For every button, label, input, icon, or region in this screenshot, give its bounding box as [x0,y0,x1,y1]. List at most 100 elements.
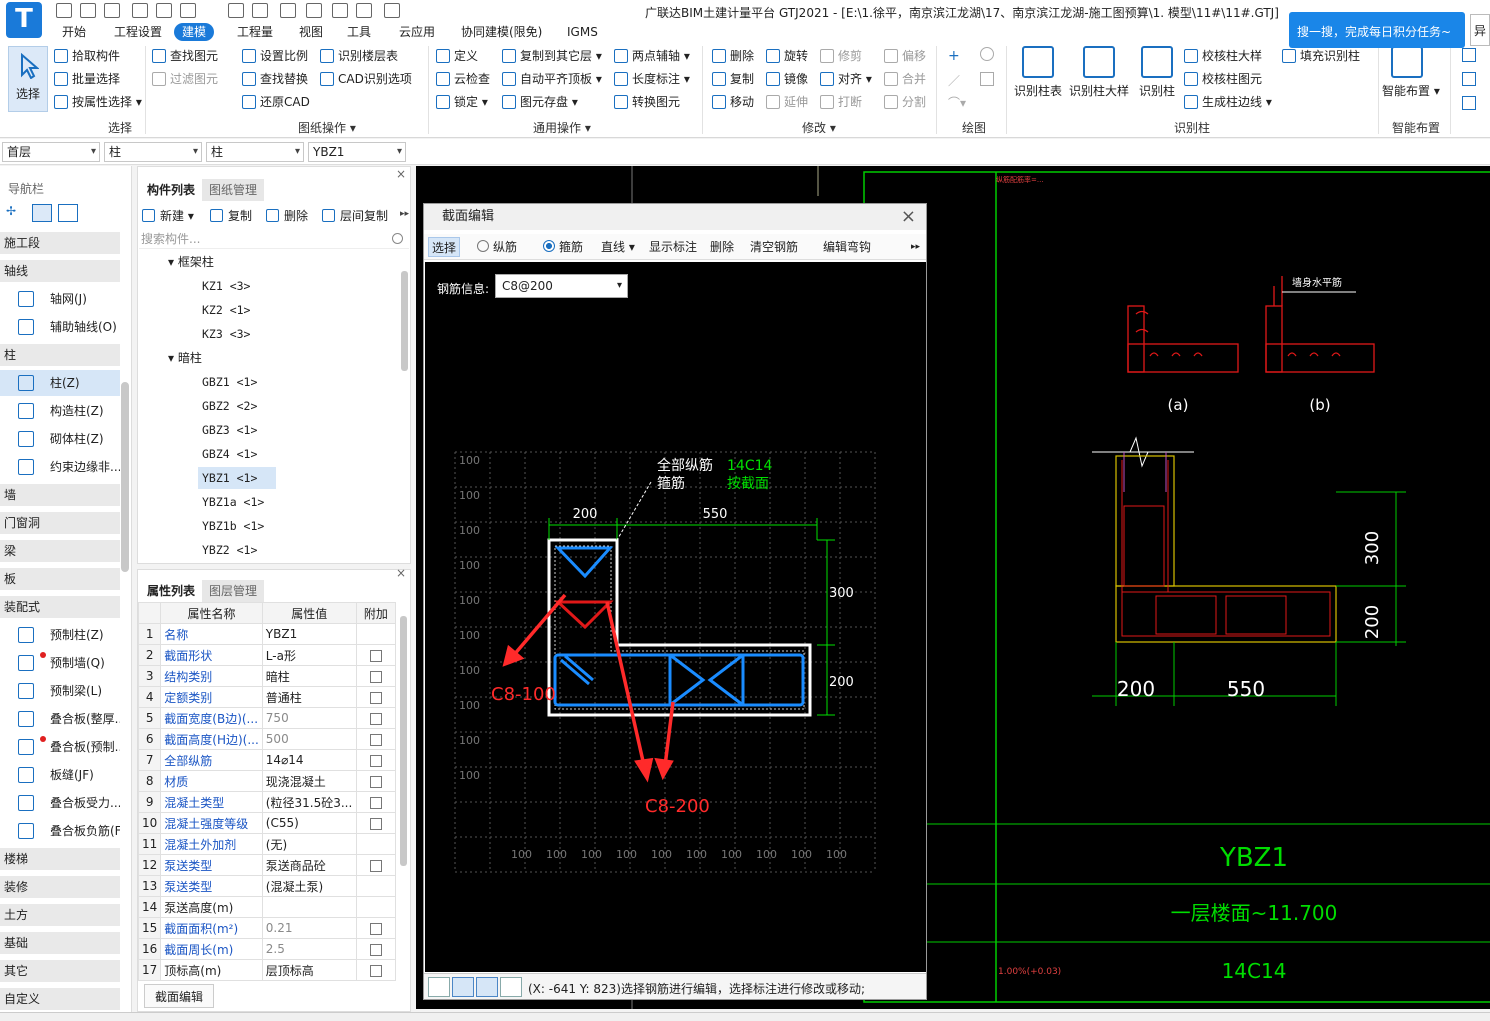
all-long-label[interactable]: 全部纵筋 [657,457,713,474]
merge-button[interactable]: 合并 [884,69,926,89]
convert-element-button[interactable]: 转换图元 [614,92,680,112]
property-value[interactable]: 2.5 [261,938,357,960]
tab-drawing-manager[interactable]: 图纸管理 [202,179,265,201]
dim-550-label[interactable]: 550 [703,507,728,522]
tree-item[interactable]: GBZ2 <2> [198,395,276,417]
tab-view[interactable]: 视图 [291,23,331,41]
recognize-floor-table-button[interactable]: 识别楼层表 [320,46,398,66]
delete-rebar-button[interactable]: 删除 [707,237,737,257]
nav-category[interactable]: 施工段 [0,232,120,254]
two-point-axis-button[interactable]: 两点辅轴 ▾ [614,46,690,66]
open-folder-icon[interactable] [104,3,120,18]
table-row[interactable]: 16 截面周长(m) 2.5 [137,938,397,960]
floor-select[interactable]: 首层 [2,142,100,162]
extra-checkbox[interactable] [369,817,382,830]
property-value[interactable]: YBZ1 [261,623,357,645]
property-value[interactable]: 14⌀14 [261,749,357,771]
property-value[interactable]: 0.21 [261,917,357,939]
close-icon[interactable]: × [396,167,406,181]
table-row[interactable]: 12 泵送类型 泵送商品砼 [137,854,397,876]
set-scale-button[interactable]: 设置比例 [242,46,308,66]
clear-rebar-button[interactable]: 清空钢筋 [747,237,801,257]
all-long-value[interactable]: 14C14 [727,458,772,474]
section-edit-button[interactable]: 截面编辑 [144,984,215,1008]
check-column-element-button[interactable]: 校核柱图元 [1184,69,1262,89]
copy-between-floors-button[interactable]: 层间复制 [320,207,388,225]
tree-item[interactable]: GBZ3 <1> [198,419,276,441]
chevron-down-icon[interactable]: ▾ [168,351,178,365]
dim-300-label[interactable]: 300 [829,586,854,601]
select-tool-button[interactable]: 选择 [8,46,48,112]
nav-category[interactable]: 轴线 [0,260,120,282]
pick-component-button[interactable]: 拾取构件 [54,46,120,66]
tab-collab[interactable]: 协同建模(限免) [453,23,550,41]
stirrup-radio[interactable]: 箍筋 [540,237,586,257]
table-row[interactable]: 10 混凝土强度等级 (C55) [137,812,397,834]
property-value[interactable]: 750 [261,707,357,729]
save-element-button[interactable]: 图元存盘 ▾ [502,92,578,112]
tree-item[interactable]: KZ2 <1> [198,299,276,321]
add-snap-icon[interactable] [500,977,522,997]
restore-cad-button[interactable]: 还原CAD [242,92,310,112]
nav-category[interactable]: 装修 [0,876,120,898]
nav-category[interactable]: 墙 [0,484,120,506]
select-mode-button[interactable]: 选择 [428,237,461,257]
select-by-attr-button[interactable]: 按属性选择 ▾ [54,92,142,112]
tree-item[interactable]: YBZ2 <1> [198,539,276,561]
generate-column-edge-button[interactable]: 生成柱边线 ▾ [1184,92,1272,112]
table-row[interactable]: 2 截面形状 L-a形 [137,644,397,666]
property-value[interactable]: 暗柱 [261,665,357,687]
app-logo[interactable]: T [6,2,42,38]
extra-checkbox[interactable] [369,670,382,683]
fill-recognize-column-button[interactable]: 填充识别柱 [1282,46,1360,66]
type-select[interactable]: 柱 [206,142,304,162]
nav-item[interactable]: 叠合板负筋(F... [0,818,120,844]
table-row[interactable]: 15 截面面积(m²) 0.21 [137,917,397,939]
new-component-button[interactable]: 新建 ▾ [140,207,194,225]
detail-view-icon[interactable] [58,204,78,222]
property-value[interactable]: 普通柱 [261,686,357,708]
nav-category[interactable]: 柱 [0,344,120,366]
smart-layout-button[interactable]: 智能布置 ▾ [1382,46,1440,99]
nav-category[interactable]: 楼梯 [0,848,120,870]
circle-draw-icon[interactable] [980,47,994,61]
property-value[interactable] [261,896,357,918]
delete-button[interactable]: 删除 [712,46,754,66]
dim-200-label[interactable]: 200 [573,507,598,522]
promo-side-button[interactable]: 异 [1470,14,1490,46]
view-3d-icon[interactable] [356,3,372,18]
copy-button[interactable]: 复制 [712,69,754,89]
tree-group[interactable]: ▾ 暗柱 [168,347,202,369]
extend-button[interactable]: 延伸 [766,92,808,112]
longitudinal-rebar-radio[interactable]: 纵筋 [474,237,520,257]
stirrup-label[interactable]: 箍筋 [657,475,685,492]
recognize-column-table-button[interactable]: 识别柱表 [1012,46,1064,99]
copy-component-button[interactable]: 复制 [208,207,252,225]
extra-checkbox[interactable] [369,922,382,935]
line-snap-icon[interactable] [452,977,474,997]
tree-item[interactable]: KZ1 <3> [198,275,276,297]
nav-item[interactable]: 辅助轴线(O) [0,314,120,340]
tree-item[interactable]: YBZ1 <1> [198,467,276,489]
table-row[interactable]: 14 泵送高度(m) [137,896,397,918]
table-row[interactable]: 17 顶标高(m) 层顶标高 [137,959,397,981]
extra-checkbox[interactable] [369,775,382,788]
property-value[interactable]: 500 [261,728,357,750]
more-icon[interactable]: ▸▸ [400,209,409,219]
nav-item[interactable]: 柱(Z) [0,370,120,396]
check-column-detail-button[interactable]: 校核柱大样 [1184,46,1262,66]
new-file-icon[interactable] [80,3,96,18]
table-row[interactable]: 7 全部纵筋 14⌀14 [137,749,397,771]
tree-item[interactable]: YBZ1b <1> [198,515,276,537]
line-draw-icon[interactable]: ／ [948,72,962,88]
redo-icon[interactable] [180,3,196,18]
perpendicular-snap-icon[interactable] [476,977,498,997]
align-button[interactable]: 对齐 ▾ [820,69,872,89]
table-row[interactable]: 9 混凝土类型 (粒径31.5砼3... [137,791,397,813]
judge-icon[interactable] [1462,72,1476,86]
tab-tools[interactable]: 工具 [339,23,379,41]
nav-item[interactable]: 预制柱(Z) [0,622,120,648]
table-row[interactable]: 8 材质 现浇混凝土 [137,770,397,792]
tree-group[interactable]: ▾ 框架柱 [168,251,214,273]
group-label-general[interactable]: 通用操作 ▾ [533,119,591,136]
